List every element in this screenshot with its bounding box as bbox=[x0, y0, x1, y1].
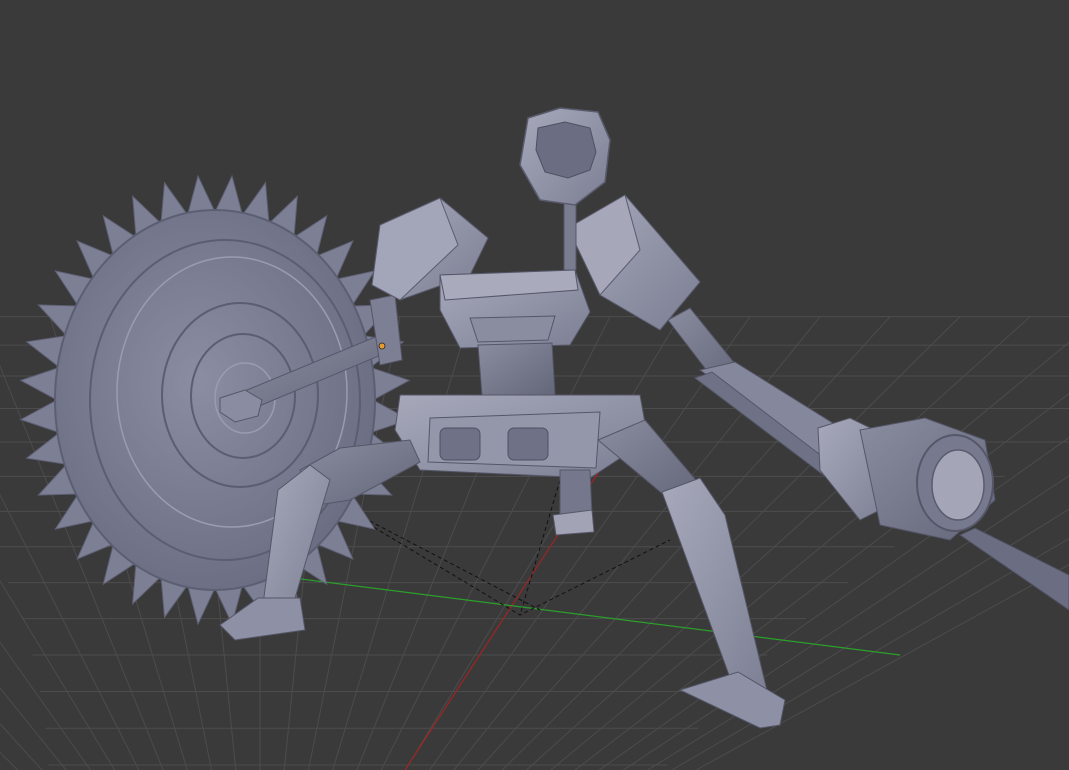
saw-blade[interactable] bbox=[19, 174, 411, 626]
scene[interactable] bbox=[0, 0, 1069, 770]
origin-marker bbox=[378, 342, 386, 350]
right-arm[interactable] bbox=[567, 194, 1069, 611]
3d-viewport[interactable] bbox=[0, 0, 1069, 770]
relationship-lines bbox=[319, 479, 671, 616]
